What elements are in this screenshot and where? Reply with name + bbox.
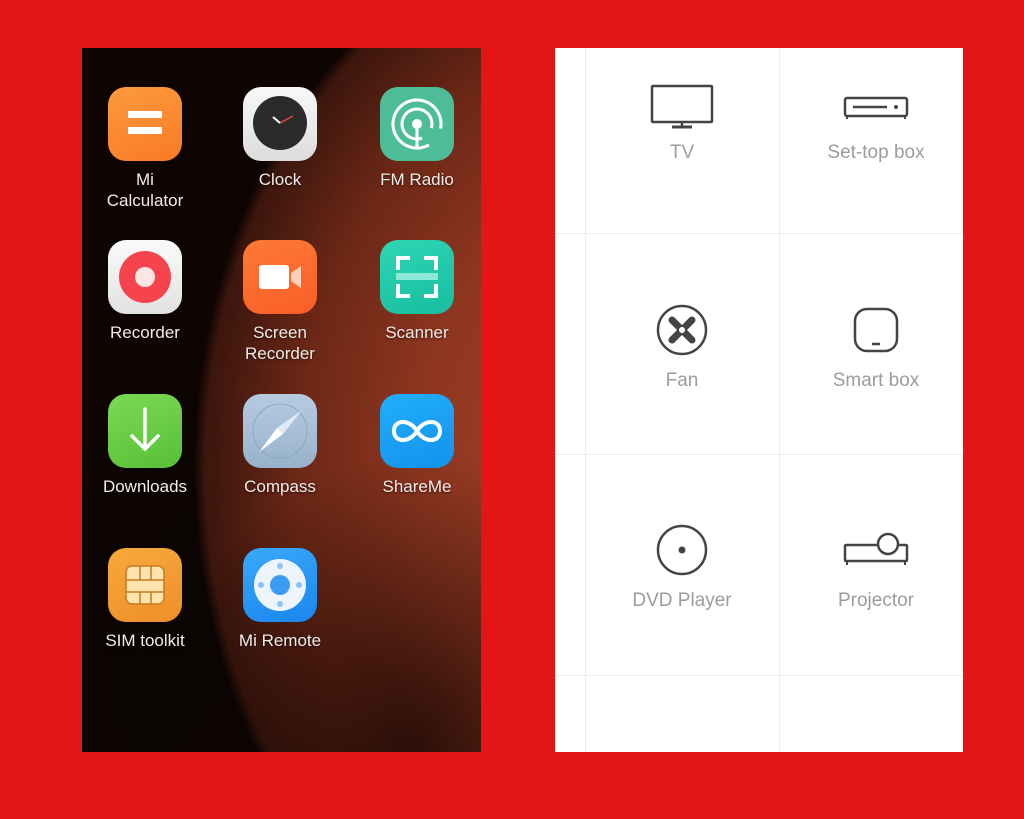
app-mi-remote[interactable]: Mi Remote — [220, 548, 340, 651]
app-compass[interactable]: Compass — [220, 394, 340, 497]
device-label: DVD Player — [632, 590, 732, 611]
device-fan[interactable]: Fan — [585, 302, 779, 392]
smart-box-icon — [853, 307, 899, 353]
device-label: TV — [669, 142, 695, 163]
recorder-icon — [108, 240, 182, 314]
radio-icon — [380, 87, 454, 161]
device-label: Set-top box — [827, 142, 925, 163]
app-scanner[interactable]: Scanner — [357, 240, 477, 343]
app-recorder[interactable]: Recorder — [85, 240, 205, 343]
device-set-top-box[interactable]: Set-top box — [779, 84, 963, 164]
grid-divider — [555, 454, 963, 455]
clock-icon — [243, 87, 317, 161]
sim-card-icon — [108, 548, 182, 622]
app-label: Mi Calculator — [106, 170, 184, 210]
device-label: Smart box — [832, 370, 920, 391]
app-fm-radio[interactable]: FM Radio — [357, 87, 477, 190]
mi-remote-device-picker: TV Set-top box Fan Smart box DVD Player … — [555, 48, 963, 752]
device-dvd-player[interactable]: DVD Player — [585, 522, 779, 612]
app-label: ShareMe — [382, 477, 452, 496]
app-downloads[interactable]: Downloads — [85, 394, 205, 497]
download-icon — [108, 394, 182, 468]
infinity-icon — [380, 394, 454, 468]
dvd-icon — [656, 524, 708, 576]
device-label: Projector — [837, 590, 915, 611]
tv-icon — [650, 84, 714, 129]
device-label: Fan — [665, 370, 699, 391]
app-label: Mi Remote — [238, 631, 322, 650]
app-screen-recorder[interactable]: Screen Recorder — [220, 240, 340, 364]
device-projector[interactable]: Projector — [779, 522, 963, 612]
set-top-box-icon — [843, 96, 909, 119]
app-clock[interactable]: Clock — [220, 87, 340, 190]
app-shareme[interactable]: ShareMe — [357, 394, 477, 497]
app-label: Downloads — [102, 477, 188, 496]
projector-icon — [843, 532, 909, 565]
grid-divider — [555, 233, 963, 234]
app-sim-toolkit[interactable]: SIM toolkit — [85, 548, 205, 651]
scanner-icon — [380, 240, 454, 314]
screen-recorder-icon — [243, 240, 317, 314]
fan-icon — [656, 304, 708, 356]
app-mi-calculator[interactable]: Mi Calculator — [85, 87, 205, 211]
app-label: Clock — [258, 170, 302, 189]
app-label: Scanner — [385, 323, 449, 342]
phone-home-screen: Mi Calculator Clock FM Radio Recorder Sc… — [82, 48, 481, 752]
grid-divider — [555, 675, 963, 676]
device-smart-box[interactable]: Smart box — [779, 302, 963, 392]
device-tv[interactable]: TV — [585, 84, 779, 164]
remote-icon — [243, 548, 317, 622]
app-label: FM Radio — [380, 170, 454, 189]
compass-icon — [243, 394, 317, 468]
app-label: Compass — [244, 477, 316, 496]
app-label: SIM toolkit — [105, 631, 185, 650]
app-label: Screen Recorder — [245, 323, 315, 363]
app-label: Recorder — [110, 323, 180, 342]
calculator-icon — [108, 87, 182, 161]
